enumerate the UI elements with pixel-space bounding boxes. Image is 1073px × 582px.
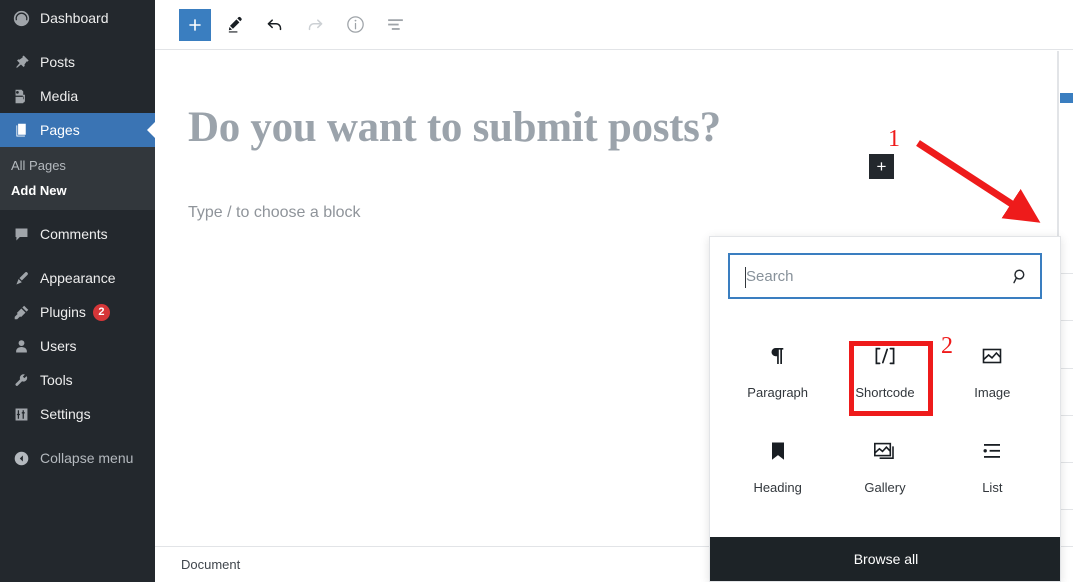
block-item-image[interactable]: Image [939,325,1046,420]
block-navigation-button[interactable] [379,9,411,41]
search-icon[interactable] [1000,267,1040,286]
strip-divider [1059,462,1073,463]
image-icon [980,339,1004,373]
sidebar-separator [0,35,155,45]
strip-divider [1059,273,1073,274]
block-item-label: Paragraph [747,385,809,400]
pin-icon [11,52,31,72]
gallery-icon [872,434,898,468]
breadcrumb[interactable]: Document [181,557,240,572]
editor-toolbar [155,0,1073,50]
block-placeholder-text[interactable]: Type / to choose a block [188,204,361,222]
sidebar-item-plugins[interactable]: Plugins 2 [0,295,155,329]
post-title[interactable]: Do you want to submit posts? [188,103,888,152]
sidebar-item-settings[interactable]: Settings [0,397,155,431]
outline-list-icon [387,19,403,30]
sidebar-item-users[interactable]: Users [0,329,155,363]
block-item-gallery[interactable]: Gallery [831,420,938,515]
sidebar-item-appearance[interactable]: Appearance [0,261,155,295]
sidebar-item-collapse-menu[interactable]: Collapse menu [0,441,155,475]
sliders-icon [11,404,31,424]
strip-divider [1059,415,1073,416]
active-menu-arrow [147,122,155,138]
info-circle-icon [346,16,364,33]
plugin-update-badge: 2 [92,303,110,321]
pages-submenu: All Pages Add New [0,147,155,210]
text-cursor [745,267,746,288]
submenu-item-all-pages[interactable]: All Pages [0,153,155,178]
collapse-arrow-icon [11,448,31,468]
edit-mode-button[interactable] [219,9,251,41]
search-field-container [728,253,1042,299]
list-icon [980,434,1004,468]
wrench-icon [11,370,31,390]
comment-icon [11,224,31,244]
sidebar-item-label: Comments [40,226,108,242]
undo-button[interactable] [259,9,291,41]
sidebar-item-posts[interactable]: Posts [0,45,155,79]
sidebar-item-label: Settings [40,406,91,422]
block-type-grid: Paragraph Shortcode Image Heading Galler… [710,299,1060,515]
block-item-label: Heading [753,480,802,495]
plugin-icon [11,302,31,322]
sidebar-item-label: Media [40,88,79,104]
strip-divider [1059,368,1073,369]
sidebar-item-label: Tools [40,372,73,388]
sidebar-item-label: Pages [40,122,80,138]
user-icon [11,336,31,356]
shortcode-icon [870,339,900,373]
block-item-label: Image [974,385,1011,400]
sidebar-item-label: Appearance [40,270,116,286]
block-item-label: Gallery [864,480,906,495]
sidebar-item-tools[interactable]: Tools [0,363,155,397]
block-item-paragraph[interactable]: Paragraph [724,325,831,420]
block-item-label: Shortcode [855,385,915,400]
dashboard-icon [11,8,31,28]
sidebar-item-label: Users [40,338,77,354]
redo-arrow-icon [308,18,323,30]
inserter-search-wrap [710,237,1060,299]
pencil-icon [228,16,242,33]
redo-button[interactable] [299,9,331,41]
block-inserter-panel: Paragraph Shortcode Image Heading [709,236,1061,582]
inline-inserter-label: + [876,157,887,176]
paragraph-icon [766,339,790,373]
undo-arrow-icon [267,18,282,30]
sidebar-item-label: Dashboard [40,10,109,26]
media-icon [11,86,31,106]
block-item-label: List [982,480,1003,495]
sidebar-item-label: Collapse menu [40,450,134,466]
plus-icon [189,18,201,31]
block-item-heading[interactable]: Heading [724,420,831,515]
wordpress-block-editor-screen: Dashboard Posts Media Pages All Pages Ad… [0,0,1073,582]
brush-icon [11,268,31,288]
block-item-shortcode[interactable]: Shortcode [831,325,938,420]
browse-all-button[interactable]: Browse all [710,537,1060,581]
strip-divider [1059,509,1073,510]
pages-icon [11,120,31,140]
search-input[interactable] [730,267,1000,285]
content-info-button[interactable] [339,9,371,41]
block-item-list[interactable]: List [939,420,1046,515]
inline-inserter-button[interactable]: + [869,154,894,179]
admin-sidebar: Dashboard Posts Media Pages All Pages Ad… [0,0,155,582]
settings-active-tab-indicator[interactable] [1060,93,1073,103]
sidebar-item-comments[interactable]: Comments [0,217,155,251]
sidebar-separator [0,431,155,441]
sidebar-item-dashboard[interactable]: Dashboard [0,1,155,35]
sidebar-item-pages[interactable]: Pages [0,113,155,147]
sidebar-item-media[interactable]: Media [0,79,155,113]
submenu-item-add-new[interactable]: Add New [0,178,155,203]
sidebar-item-label: Posts [40,54,76,70]
strip-divider [1059,320,1073,321]
browse-all-label: Browse all [853,551,919,567]
sidebar-item-label: Plugins [40,304,86,320]
heading-bookmark-icon [767,434,789,468]
add-block-button[interactable] [179,8,211,41]
sidebar-separator [0,251,155,261]
